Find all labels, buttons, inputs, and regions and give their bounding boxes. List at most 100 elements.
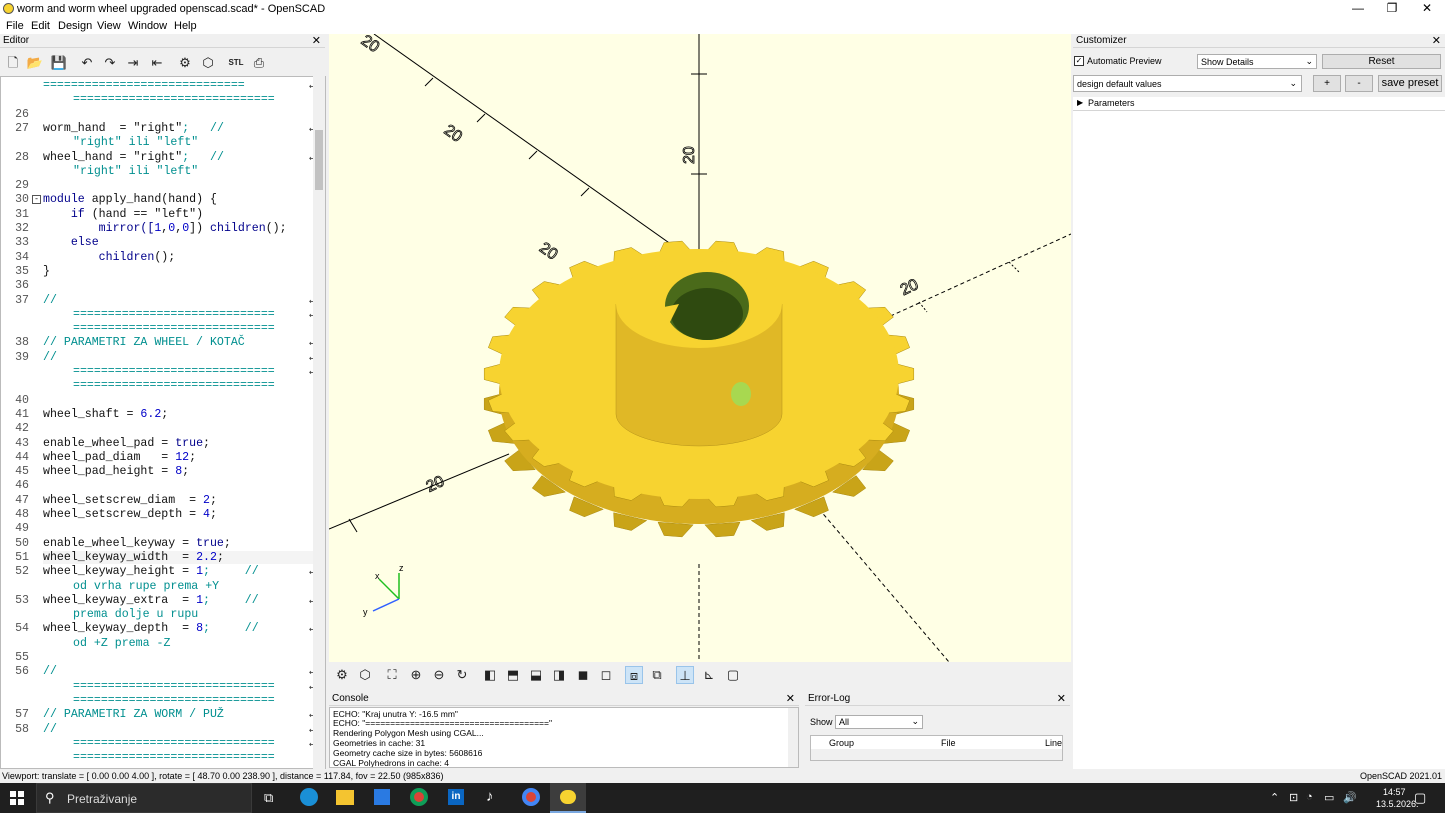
code-line[interactable]: // xyxy=(43,665,57,678)
indent-icon[interactable]: ⇥ xyxy=(124,54,142,72)
view-front-icon[interactable]: ◼ xyxy=(574,666,592,684)
editor-close-button[interactable]: ✕ xyxy=(312,34,321,47)
file-explorer-icon[interactable] xyxy=(336,790,354,805)
chrome-profile-icon[interactable] xyxy=(522,788,540,806)
show-scale-icon[interactable]: ⊾ xyxy=(700,666,718,684)
editor-scrollbar-thumb[interactable] xyxy=(315,130,323,190)
parameters-group[interactable]: ▶ Parameters xyxy=(1073,97,1445,111)
code-line[interactable]: wheel_keyway_height = 1; // xyxy=(43,565,259,578)
auto-preview-checkbox[interactable]: ✓ xyxy=(1074,56,1084,66)
unindent-icon[interactable]: ⇤ xyxy=(148,54,166,72)
minimize-button[interactable]: — xyxy=(1340,0,1376,18)
code-line[interactable]: wheel_pad_diam = 12; xyxy=(43,451,196,464)
tray-display-icon[interactable]: ▭ xyxy=(1324,791,1334,804)
notifications-icon[interactable]: ▢ xyxy=(1414,790,1426,806)
new-file-icon[interactable]: 🗋 xyxy=(4,54,22,72)
code-line[interactable]: enable_wheel_pad = true; xyxy=(43,437,210,450)
menu-design[interactable]: Design xyxy=(58,20,92,32)
code-line[interactable]: ============================= xyxy=(73,365,275,378)
col-group[interactable]: Group xyxy=(829,738,854,748)
code-line[interactable]: } xyxy=(43,265,50,278)
view-top-icon[interactable]: ⬒ xyxy=(504,666,522,684)
code-line[interactable]: ============================= xyxy=(73,680,275,693)
code-line[interactable]: wheel_setscrew_diam = 2; xyxy=(43,494,217,507)
show-edges-icon[interactable]: ▢ xyxy=(724,666,742,684)
code-line[interactable]: ============================= xyxy=(73,379,275,392)
tray-arrow-icon[interactable]: ⌃ xyxy=(1270,791,1279,804)
col-line[interactable]: Line xyxy=(1045,738,1062,748)
show-filter-select[interactable]: All ⌄ xyxy=(835,715,923,729)
console-scrollbar[interactable] xyxy=(788,708,798,767)
code-line[interactable]: ============================= xyxy=(73,93,275,106)
tray-volume-icon[interactable]: 🔊 xyxy=(1343,791,1357,804)
code-line[interactable]: // xyxy=(43,294,57,307)
preview-icon[interactable]: ⚙ xyxy=(333,666,351,684)
zoom-in-icon[interactable]: ⊕ xyxy=(407,666,425,684)
tray-network-icon[interactable]: ⊡ xyxy=(1289,791,1298,804)
openscad-taskbar-item[interactable] xyxy=(550,783,586,813)
code-line[interactable]: "right" ili "left" xyxy=(73,136,198,149)
code-line[interactable]: ============================= xyxy=(73,308,275,321)
add-preset-button[interactable]: + xyxy=(1313,75,1341,92)
chrome-icon[interactable] xyxy=(410,788,428,806)
code-line[interactable]: children(); xyxy=(43,251,176,264)
view-left-icon[interactable]: ◨ xyxy=(550,666,568,684)
save-preset-button[interactable]: save preset xyxy=(1378,75,1442,92)
code-line[interactable]: "right" ili "left" xyxy=(73,165,198,178)
export-stl-icon[interactable]: STL xyxy=(227,54,245,72)
open-file-icon[interactable]: 📂 xyxy=(26,54,44,72)
reset-view-icon[interactable]: ↻ xyxy=(453,666,471,684)
col-file[interactable]: File xyxy=(941,738,956,748)
render-icon[interactable]: ⬡ xyxy=(356,666,374,684)
code-line[interactable]: wheel_hand = "right"; // xyxy=(43,151,224,164)
code-line[interactable]: worm_hand = "right"; // xyxy=(43,122,224,135)
code-line[interactable]: // PARAMETRI ZA WHEEL / KOTAČ xyxy=(43,336,245,349)
store-icon[interactable] xyxy=(374,789,390,805)
code-line[interactable]: else xyxy=(43,236,99,249)
menu-view[interactable]: View xyxy=(97,20,121,32)
view-all-icon[interactable]: ⛶ xyxy=(383,666,401,684)
view-back-icon[interactable]: ◻ xyxy=(597,666,615,684)
code-line[interactable]: od vrha rupe prema +Y xyxy=(73,580,219,593)
code-line[interactable]: // PARAMETRI ZA WORM / PUŽ xyxy=(43,708,224,721)
code-line[interactable]: wheel_keyway_depth = 8; // xyxy=(43,622,259,635)
task-view-icon[interactable]: ⧉ xyxy=(264,790,273,806)
code-line[interactable]: wheel_setscrew_depth = 4; xyxy=(43,508,217,521)
code-line[interactable]: module apply_hand(hand) { xyxy=(43,193,217,206)
remove-preset-button[interactable]: - xyxy=(1345,75,1373,92)
code-line[interactable]: wheel_shaft = 6.2; xyxy=(43,408,168,421)
code-line[interactable]: ============================= xyxy=(73,751,275,764)
code-line[interactable]: if (hand == "left") xyxy=(43,208,203,221)
tiktok-icon[interactable]: ♪ xyxy=(486,788,494,805)
taskbar-search[interactable]: ⚲ Pretraživanje xyxy=(36,783,252,813)
code-line[interactable]: ============================= xyxy=(73,322,275,335)
show-axes-icon[interactable]: ⊥ xyxy=(676,666,694,684)
code-line[interactable]: wheel_keyway_width = 2.2; xyxy=(43,550,313,564)
code-editor[interactable]: ============================= ↵ ==========… xyxy=(0,76,326,769)
menu-window[interactable]: Window xyxy=(128,20,167,32)
code-line[interactable]: mirror([1,0,0]) children(); xyxy=(43,222,287,235)
windows-start-icon[interactable] xyxy=(10,791,24,805)
3d-viewport[interactable]: 20 20 20 20 20 20 z x y xyxy=(329,34,1071,662)
console-close-button[interactable]: ✕ xyxy=(786,692,795,705)
code-line[interactable]: enable_wheel_keyway = true; xyxy=(43,537,231,550)
menu-file[interactable]: File xyxy=(6,20,24,32)
view-bottom-icon[interactable]: ⬓ xyxy=(527,666,545,684)
code-line[interactable]: // xyxy=(43,723,57,736)
code-line[interactable]: prema dolje u rupu xyxy=(73,608,198,621)
close-window-button[interactable]: ✕ xyxy=(1409,0,1445,18)
linkedin-icon[interactable]: in xyxy=(448,789,464,805)
tray-wifi-icon[interactable]: ◔ xyxy=(1306,791,1313,803)
customizer-close-button[interactable]: ✕ xyxy=(1432,34,1441,47)
edge-icon[interactable] xyxy=(300,788,318,806)
clock-time[interactable]: 14:57 xyxy=(1383,787,1406,797)
clock-date[interactable]: 13.5.2026. xyxy=(1376,799,1419,809)
code-line[interactable]: wheel_pad_height = 8; xyxy=(43,465,189,478)
zoom-out-icon[interactable]: ⊖ xyxy=(430,666,448,684)
redo-icon[interactable]: ↷ xyxy=(101,54,119,72)
console-output[interactable]: ECHO: "Kraj unutra Y: -16.5 mm" ECHO: "=… xyxy=(329,707,799,768)
reset-button[interactable]: Reset xyxy=(1322,54,1441,69)
menu-help[interactable]: Help xyxy=(174,20,197,32)
show-details-select[interactable]: Show Details ⌄ xyxy=(1197,54,1317,69)
send-to-print-icon[interactable]: ⎙ xyxy=(250,54,268,72)
